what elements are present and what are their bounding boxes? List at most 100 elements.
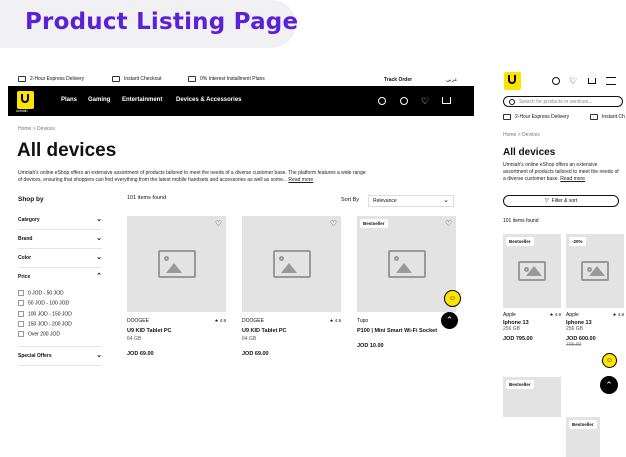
- wishlist-icon[interactable]: ♡: [445, 219, 452, 228]
- breadcrumb-home[interactable]: Home: [503, 132, 516, 138]
- price-option[interactable]: 0 JOD - 50 JOD: [18, 290, 102, 296]
- wishlist-icon[interactable]: ♡: [330, 219, 337, 228]
- chevron-down-icon: ⌄: [96, 254, 102, 261]
- product-name[interactable]: U9 KID Tablet PC: [242, 328, 341, 334]
- product-image[interactable]: Bestseller: [503, 234, 561, 308]
- price-option-label: 150 JOD - 200 JOD: [28, 321, 72, 328]
- price-option-label: 100 JOD - 150 JOD: [28, 310, 72, 317]
- mobile-product-card[interactable]: Bestseller: [503, 377, 561, 417]
- breadcrumb-current: Devices: [37, 126, 55, 132]
- product-name[interactable]: P100 | Mini Smart Wi-Fi Socket: [357, 328, 456, 334]
- breadcrumb: Home > Devices: [18, 126, 55, 132]
- checkbox[interactable]: [18, 331, 24, 338]
- sort-value: Relevance: [373, 198, 397, 204]
- price-option[interactable]: 100 JOD - 150 JOD: [18, 310, 102, 317]
- nav-devices-accessories[interactable]: Devices & Accessories: [176, 97, 242, 103]
- product-name[interactable]: U9 KID Tablet PC: [127, 328, 226, 334]
- mobile-breadcrumb: Home > Devices: [503, 132, 540, 138]
- price-option[interactable]: 50 JOD - 100 JOD: [18, 300, 102, 307]
- filter-special-offers[interactable]: Special Offers ⌄: [18, 345, 102, 366]
- chevron-up-icon: ⌃: [96, 273, 102, 280]
- search-input[interactable]: Search for products or services...: [503, 96, 623, 107]
- image-placeholder-icon: [157, 250, 196, 278]
- filter-price[interactable]: Price ⌃: [18, 268, 102, 286]
- checkbox[interactable]: [18, 310, 24, 317]
- mobile-page-description: Umniah's online eShop offers an extensiv…: [503, 162, 621, 183]
- search-icon[interactable]: [378, 97, 386, 105]
- product-rating: ★ 4.9: [214, 318, 226, 323]
- mobile-instant-text: Instant Ch: [602, 114, 625, 120]
- product-card[interactable]: ♡ DOOGEE ★ 4.9 U9 KID Tablet PC 64 GB JOD…: [242, 216, 341, 357]
- mobile-product-card[interactable]: Bestseller: [566, 417, 600, 457]
- mobile-instant-info: Instant Ch: [590, 114, 625, 120]
- product-old-price: 795.00: [566, 342, 582, 348]
- product-price: JOD 69.00: [127, 351, 154, 357]
- account-icon[interactable]: [400, 97, 408, 105]
- checkbox[interactable]: [18, 300, 24, 307]
- product-brand: Apple: [503, 312, 516, 318]
- track-order-link[interactable]: Track Order: [384, 77, 412, 83]
- image-placeholder-icon: [387, 250, 426, 278]
- price-option[interactable]: 150 JOD - 200 JOD: [18, 320, 102, 328]
- image-placeholder-icon: [272, 250, 311, 278]
- bestseller-badge: Bestseller: [506, 380, 534, 389]
- logo-text: umniah: [16, 109, 28, 113]
- price-option[interactable]: Over 200 JOD: [18, 331, 102, 338]
- filter-category[interactable]: Category ⌄: [18, 211, 102, 230]
- nav-plans[interactable]: Plans: [61, 97, 77, 103]
- filter-brand[interactable]: Brand ⌄: [18, 230, 102, 249]
- product-rating: ★ 4.9: [612, 312, 624, 317]
- discount-badge: -20%: [569, 237, 586, 246]
- chevron-down-icon: ⌄: [96, 235, 102, 242]
- umniah-logo[interactable]: [17, 91, 34, 109]
- product-rating: ★ 4.9: [329, 318, 341, 323]
- scroll-to-top-button[interactable]: ⌃: [441, 312, 458, 329]
- chat-bot-icon[interactable]: ☺: [444, 290, 461, 307]
- umniah-logo[interactable]: [504, 72, 521, 90]
- wishlist-icon[interactable]: ♡: [215, 219, 222, 228]
- mobile-product-card[interactable]: Bestseller Apple ★ 4.9 Iphone 13 256 GB J…: [503, 234, 561, 342]
- checkbox[interactable]: [18, 320, 24, 327]
- search-placeholder: Search for products or services...: [519, 98, 593, 105]
- checkbox[interactable]: [18, 290, 24, 296]
- mobile-product-card[interactable]: -20% Apple ★ 4.9 Iphone 13 256 GB JOD 600…: [566, 234, 624, 348]
- product-card[interactable]: Bestseller ♡ Tupo★ 4.9 P100 | Mini Smart…: [357, 216, 456, 349]
- cart-icon: [112, 76, 120, 82]
- image-placeholder-icon: [518, 261, 546, 281]
- truck-icon: [18, 76, 26, 82]
- read-more-link[interactable]: Read more: [288, 177, 313, 183]
- mobile-read-more-link[interactable]: Read more: [560, 176, 585, 182]
- account-icon[interactable]: [552, 77, 560, 85]
- filter-sort-label: Filter & sort: [551, 198, 578, 204]
- bestseller-badge: Bestseller: [360, 219, 388, 228]
- filter-color[interactable]: Color ⌄: [18, 249, 102, 268]
- product-storage: 256 GB: [566, 326, 583, 332]
- instant-checkout-info: Instant Checkout: [112, 76, 162, 82]
- page-title: All devices: [17, 140, 117, 161]
- sort-select[interactable]: Relevance ⌄: [368, 195, 454, 207]
- mobile-page-title: All devices: [503, 147, 556, 158]
- menu-icon[interactable]: [606, 77, 616, 85]
- nav-gaming[interactable]: Gaming: [88, 97, 110, 103]
- product-image[interactable]: ♡: [242, 216, 341, 312]
- filter-category-label: Category: [18, 217, 40, 223]
- product-image[interactable]: ♡: [127, 216, 226, 312]
- scroll-to-top-button[interactable]: ⌃: [600, 376, 618, 394]
- cart-icon[interactable]: [588, 78, 596, 84]
- wishlist-icon[interactable]: ♡: [569, 77, 577, 86]
- chat-bot-icon[interactable]: ☺: [602, 353, 617, 368]
- description-text: Umniah's online eShop offers an extensiv…: [18, 170, 366, 183]
- wishlist-icon[interactable]: ♡: [421, 97, 429, 106]
- language-switch[interactable]: عربي: [446, 77, 457, 83]
- express-text: 2-Hour Express Delivery: [30, 76, 85, 82]
- shop-by-heading: Shop by: [18, 196, 44, 203]
- breadcrumb-home[interactable]: Home: [18, 126, 31, 132]
- rating-value: 4.9: [554, 312, 561, 317]
- nav-entertainment[interactable]: Entertainment: [122, 97, 162, 103]
- product-image[interactable]: Bestseller ♡: [357, 216, 456, 312]
- cart-icon[interactable]: [442, 97, 451, 104]
- filter-special-label: Special Offers: [18, 352, 52, 359]
- product-image[interactable]: -20%: [566, 234, 624, 308]
- product-card[interactable]: ♡ DOOGEE ★ 4.9 U9 KID Tablet PC 64 GB JOD…: [127, 216, 226, 357]
- filter-sort-button[interactable]: ▽ Filter & sort: [503, 195, 619, 207]
